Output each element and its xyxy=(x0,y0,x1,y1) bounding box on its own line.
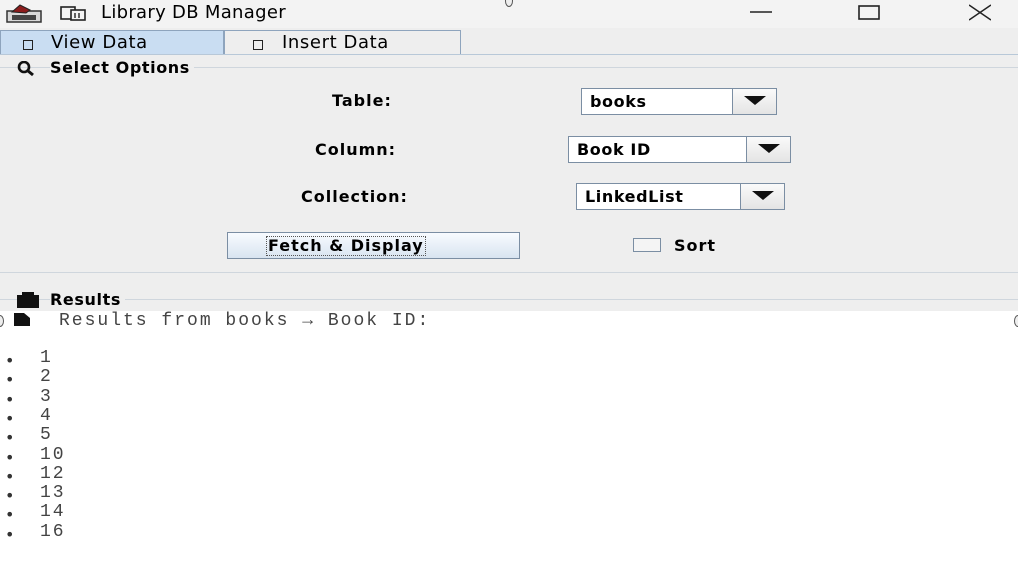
maximize-icon xyxy=(858,5,880,20)
list-item-value: 5 xyxy=(40,425,53,446)
minimize-button[interactable] xyxy=(737,0,783,28)
list-item-value: 3 xyxy=(40,386,53,407)
options-bottom-border xyxy=(0,272,1018,273)
tab-insert-data[interactable]: Insert Data xyxy=(224,30,461,55)
maximize-button[interactable] xyxy=(845,0,891,28)
list-item-value: 4 xyxy=(40,405,53,426)
window-title: Library DB Manager xyxy=(101,2,286,23)
chevron-down-icon xyxy=(752,191,774,200)
results-border xyxy=(0,299,1018,300)
list-item-value: 12 xyxy=(40,463,66,484)
tab-label: View Data xyxy=(51,32,148,53)
column-select-value: Book ID xyxy=(577,140,651,159)
resize-handle[interactable] xyxy=(505,0,513,7)
tab-view-data[interactable]: View Data xyxy=(0,30,224,55)
column-select[interactable]: Book ID xyxy=(568,136,791,163)
minimize-icon xyxy=(750,11,772,13)
table-select[interactable]: books xyxy=(581,88,777,115)
chevron-down-icon xyxy=(744,96,766,105)
table-select-value: books xyxy=(590,92,647,111)
collection-select[interactable]: LinkedList xyxy=(576,183,785,210)
app-icon xyxy=(6,4,42,23)
table-label: Table: xyxy=(332,91,392,110)
fetch-display-label: Fetch & Display xyxy=(266,236,426,256)
clipboard-icon xyxy=(17,292,39,308)
list-item-value: 16 xyxy=(40,521,66,542)
tab-label: Insert Data xyxy=(282,32,389,53)
results-title: Results xyxy=(50,290,125,309)
list-item-value: 1 xyxy=(40,348,53,368)
collection-label: Collection: xyxy=(301,187,408,206)
window-glyph-icon xyxy=(60,6,86,21)
bullet-icon: • xyxy=(5,370,15,390)
sort-label[interactable]: Sort xyxy=(674,236,716,255)
bullet-icon: • xyxy=(5,466,15,486)
tab-strip: View Data Insert Data xyxy=(0,28,1018,55)
bullet-icon: • xyxy=(5,389,15,409)
dropdown-arrow-button[interactable] xyxy=(746,137,790,162)
right-resize-handle[interactable] xyxy=(1014,315,1018,327)
list-item-value: 13 xyxy=(40,483,66,504)
sort-checkbox[interactable] xyxy=(633,238,661,252)
dropdown-arrow-button[interactable] xyxy=(732,89,776,114)
bullet-icon: • xyxy=(5,486,15,506)
checkbox-square-icon xyxy=(253,40,263,50)
bullet-icon: • xyxy=(5,351,15,370)
checkbox-square-icon xyxy=(23,40,33,50)
list-item-value: 10 xyxy=(40,444,66,465)
options-title: Select Options xyxy=(50,58,194,77)
collection-select-value: LinkedList xyxy=(585,187,684,206)
list-item-value: 2 xyxy=(40,367,53,388)
close-icon xyxy=(969,4,991,21)
bullet-icon: • xyxy=(5,524,15,544)
title-bar[interactable]: Library DB Manager xyxy=(0,0,1018,28)
results-header: Results from books → Book ID: xyxy=(59,311,431,331)
tab-divider xyxy=(0,54,1018,55)
dropdown-arrow-button[interactable] xyxy=(740,184,784,209)
chevron-down-icon xyxy=(758,144,780,153)
list-item-value: 14 xyxy=(40,502,66,523)
bullet-icon: • xyxy=(5,505,15,525)
results-text-area[interactable]: Results from books → Book ID: • 1 • 2 • 3 • 4 • 5… xyxy=(0,311,1018,582)
search-icon xyxy=(17,61,34,77)
document-icon xyxy=(14,313,30,326)
fetch-display-button[interactable]: Fetch & Display xyxy=(227,232,520,259)
bullet-icon: • xyxy=(5,428,15,448)
column-label: Column: xyxy=(315,140,397,159)
bullet-icon: • xyxy=(5,408,15,428)
close-button[interactable] xyxy=(956,0,1002,28)
bullet-icon: • xyxy=(5,447,15,467)
